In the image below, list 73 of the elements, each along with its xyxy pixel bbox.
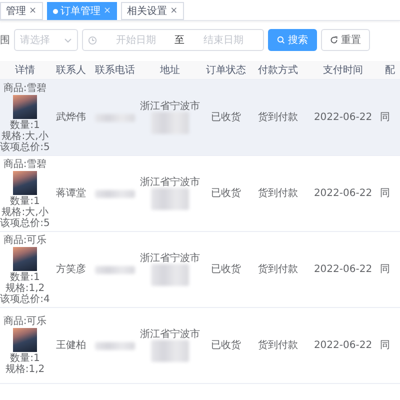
column-8-text: 同 (380, 188, 390, 199)
tab[interactable]: 相关设置 × (121, 2, 184, 20)
redacted-block (95, 342, 135, 350)
product-name: 商品:雪碧 (3, 158, 47, 170)
payment-text: 货到付款 (258, 112, 298, 123)
refresh-icon (330, 36, 338, 44)
column-header: 付款方式 (257, 64, 299, 78)
detail-text: 规格:1,2 (5, 364, 45, 375)
detail-text: 该项总价:5 (0, 218, 50, 228)
detail-text: 数量:1 (10, 120, 40, 130)
chevron-down-icon (64, 38, 72, 42)
photo-placeholder (13, 170, 37, 194)
product-name: 商品:雪碧 (3, 82, 47, 94)
redacted-block (95, 190, 135, 198)
payment-text: 货到付款 (258, 264, 298, 275)
dot-icon (52, 8, 58, 14)
date-text: 2022-06-22 (314, 264, 372, 275)
contact-name: 武烨伟 (56, 112, 86, 123)
date-text: 2022-06-22 (314, 112, 372, 123)
redacted-block (151, 188, 189, 210)
detail-text: 数量:1 (10, 196, 40, 206)
column-header: 联系人 (55, 64, 87, 78)
column-header: 联系电话 (94, 64, 136, 78)
detail-text: 数量:1 (10, 353, 40, 364)
tab[interactable]: 订单管理 × (46, 2, 118, 20)
column-8-text: 同 (380, 340, 390, 351)
column-header: 支付时间 (322, 64, 364, 78)
redacted-block (151, 264, 189, 286)
search-icon (277, 36, 285, 44)
payment-text: 货到付款 (258, 340, 298, 351)
date-text: 2022-06-22 (314, 188, 372, 199)
close-icon[interactable]: × (170, 6, 178, 16)
filter-label: 围 (0, 34, 10, 47)
redacted-block (151, 112, 189, 134)
detail-text: 规格:大,小 (2, 206, 48, 218)
close-icon[interactable]: × (29, 6, 37, 16)
photo-placeholder (13, 94, 37, 118)
status-text: 已收货 (211, 188, 241, 199)
column-header: 地址 (159, 64, 181, 78)
product-name: 商品:可乐 (3, 316, 47, 327)
date-text: 2022-06-22 (314, 340, 372, 351)
address-text: 浙江省宁波市 (140, 177, 200, 188)
redacted-block (95, 266, 135, 274)
detail-text: 规格:1,2 (5, 282, 45, 294)
clock-icon (88, 36, 97, 44)
column-8-text: 同 (380, 112, 390, 123)
status-text: 已收货 (211, 340, 241, 351)
contact-name: 方笑彦 (56, 264, 86, 275)
photo-placeholder (13, 328, 37, 352)
column-header: 详情 (14, 64, 36, 78)
address-text: 浙江省宁波市 (140, 329, 200, 340)
status-text: 已收货 (211, 264, 241, 275)
address-text: 浙江省宁波市 (140, 101, 200, 112)
address-text: 浙江省宁波市 (140, 253, 200, 264)
contact-name: 蒋谭堂 (56, 188, 86, 199)
column-header: 订单状态 (205, 64, 247, 78)
redacted-block (151, 340, 189, 362)
column-8-text: 同 (380, 264, 390, 275)
column-header: 配 (384, 64, 396, 78)
detail-text: 数量:1 (10, 272, 40, 282)
product-name: 商品:可乐 (3, 234, 47, 246)
detail-text: 该项总价:4 (0, 294, 50, 304)
redacted-block (95, 114, 135, 122)
status-text: 已收货 (211, 112, 241, 123)
photo-placeholder (13, 246, 37, 270)
contact-name: 王健柏 (56, 340, 86, 351)
search-button[interactable]: 搜索 (268, 29, 317, 51)
reset-button[interactable]: 重置 (321, 29, 370, 51)
date-range-field[interactable]: 开始日期 至 结束日期 (82, 29, 264, 51)
tab[interactable]: 管理 × (0, 2, 43, 20)
detail-text: 该项总价:5 (0, 142, 50, 152)
detail-text: 规格:大,小 (2, 130, 48, 142)
payment-text: 货到付款 (258, 188, 298, 199)
